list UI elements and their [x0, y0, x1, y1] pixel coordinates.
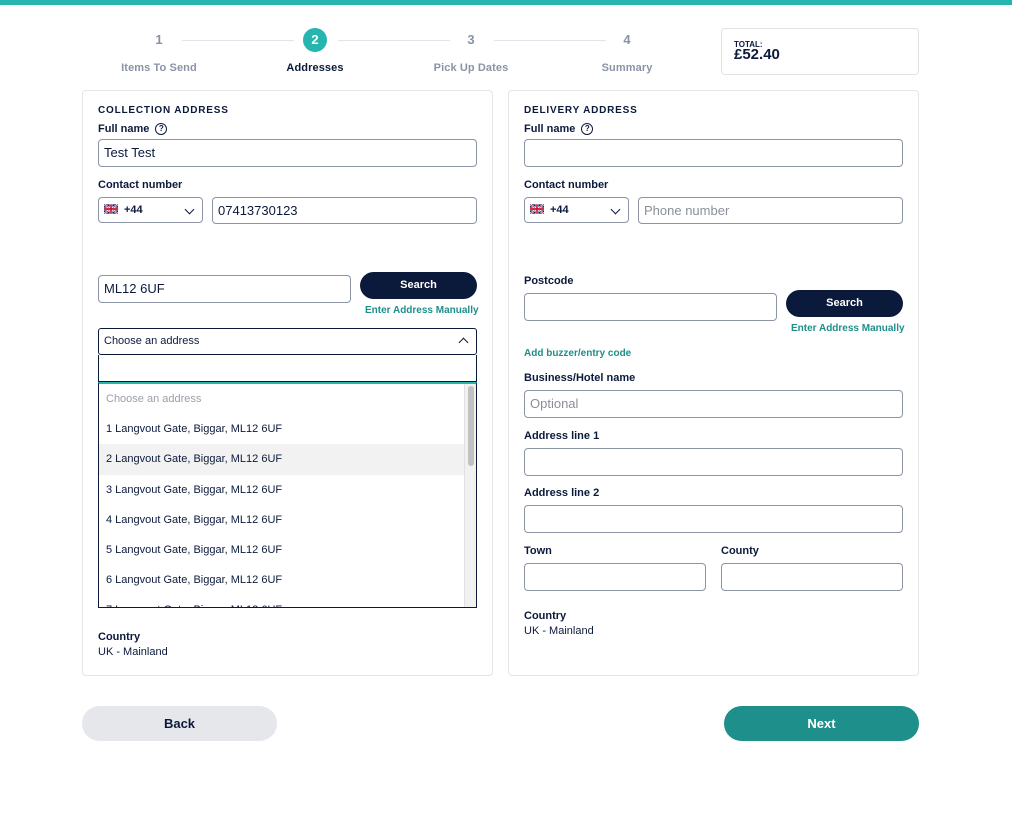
step-label: Pick Up Dates: [433, 62, 509, 74]
dropdown-scrollbar[interactable]: [464, 384, 476, 607]
collection-search-button[interactable]: Search: [360, 272, 477, 299]
next-button[interactable]: Next: [724, 706, 919, 741]
collection-country-label: Country: [98, 631, 141, 643]
delivery-country-label: Country: [524, 610, 567, 622]
country-code-value: +44: [550, 204, 569, 216]
collection-phone-input[interactable]: 07413730123: [212, 197, 477, 224]
town-label: Town: [524, 545, 552, 557]
address-option[interactable]: 3 Langvout Gate, Biggar, ML12 6UF: [99, 475, 465, 505]
collection-contact-label: Contact number: [98, 179, 183, 191]
top-accent-bar: [0, 0, 1012, 5]
collection-country-code-select[interactable]: +44: [98, 197, 203, 223]
uk-flag-icon: [530, 204, 544, 214]
delivery-contact-label: Contact number: [524, 179, 609, 191]
delivery-search-button[interactable]: Search: [786, 290, 903, 317]
step-number: 4: [623, 32, 631, 47]
help-icon[interactable]: ?: [155, 123, 168, 135]
scrollbar-thumb[interactable]: [468, 386, 474, 466]
address-line-1-label: Address line 1: [524, 430, 600, 442]
address-line-1-input[interactable]: [524, 448, 903, 476]
delivery-full-name-label: Full name?: [524, 123, 594, 135]
address-line-2-label: Address line 2: [524, 487, 600, 499]
step-addresses[interactable]: 2 Addresses: [260, 28, 370, 74]
county-input[interactable]: [721, 563, 903, 591]
total-box: TOTAL: £52.40: [721, 28, 919, 75]
collection-full-name-input[interactable]: Test Test: [98, 139, 477, 167]
collection-full-name-label: Full name?: [98, 123, 168, 135]
delivery-enter-manually-link[interactable]: Enter Address Manually: [791, 323, 905, 334]
step-pick-up-dates[interactable]: 3 Pick Up Dates: [416, 28, 526, 74]
town-input[interactable]: [524, 563, 706, 591]
total-value: £52.40: [734, 46, 780, 63]
step-items-to-send[interactable]: 1 Items To Send: [104, 28, 214, 74]
country-code-value: +44: [124, 204, 143, 216]
add-buzzer-link[interactable]: Add buzzer/entry code: [524, 348, 631, 359]
address-options-list[interactable]: Choose an address 1 Langvout Gate, Bigga…: [98, 382, 477, 608]
step-label: Items To Send: [121, 62, 197, 74]
address-option[interactable]: 5 Langvout Gate, Biggar, ML12 6UF: [99, 535, 465, 565]
chevron-down-icon: [610, 204, 621, 215]
uk-flag-icon: [104, 204, 118, 214]
delivery-postcode-input[interactable]: [524, 293, 777, 321]
step-number: 1: [155, 32, 163, 47]
delivery-country-code-select[interactable]: +44: [524, 197, 629, 223]
business-name-input[interactable]: Optional: [524, 390, 903, 418]
address-option[interactable]: 6 Langvout Gate, Biggar, ML12 6UF: [99, 565, 465, 595]
step-number: 2: [303, 28, 327, 52]
help-icon[interactable]: ?: [581, 123, 594, 135]
step-summary[interactable]: 4 Summary: [572, 28, 682, 74]
address-option[interactable]: 1 Langvout Gate, Biggar, ML12 6UF: [99, 414, 465, 444]
address-option[interactable]: 7 Langvout Gate, Biggar, ML12 6UF: [99, 595, 465, 607]
delivery-full-name-input[interactable]: [524, 139, 903, 167]
delivery-phone-input[interactable]: Phone number: [638, 197, 903, 224]
collection-postcode-input[interactable]: ML12 6UF: [98, 275, 351, 303]
address-select[interactable]: Choose an address: [98, 328, 477, 355]
collection-country-value: UK - Mainland: [98, 646, 168, 658]
collection-section-title: COLLECTION ADDRESS: [98, 105, 229, 116]
address-option[interactable]: Choose an address: [99, 384, 465, 414]
address-select-value: Choose an address: [104, 335, 200, 347]
delivery-section-title: DELIVERY ADDRESS: [524, 105, 638, 116]
chevron-up-icon: [458, 337, 469, 348]
delivery-country-value: UK - Mainland: [524, 625, 594, 637]
address-option[interactable]: 2 Langvout Gate, Biggar, ML12 6UF: [99, 444, 465, 475]
step-label: Summary: [601, 62, 653, 74]
address-line-2-input[interactable]: [524, 505, 903, 533]
address-option[interactable]: 4 Langvout Gate, Biggar, ML12 6UF: [99, 505, 465, 535]
delivery-postcode-label: Postcode: [524, 275, 574, 287]
full-name-label-text: Full name: [98, 123, 150, 135]
county-label: County: [721, 545, 759, 557]
back-button[interactable]: Back: [82, 706, 277, 741]
business-name-label: Business/Hotel name: [524, 372, 636, 384]
address-search-input[interactable]: [98, 355, 477, 382]
collection-enter-manually-link[interactable]: Enter Address Manually: [365, 305, 479, 316]
full-name-label-text: Full name: [524, 123, 576, 135]
step-number: 3: [467, 32, 475, 47]
chevron-down-icon: [184, 204, 195, 215]
step-label: Addresses: [286, 62, 344, 74]
